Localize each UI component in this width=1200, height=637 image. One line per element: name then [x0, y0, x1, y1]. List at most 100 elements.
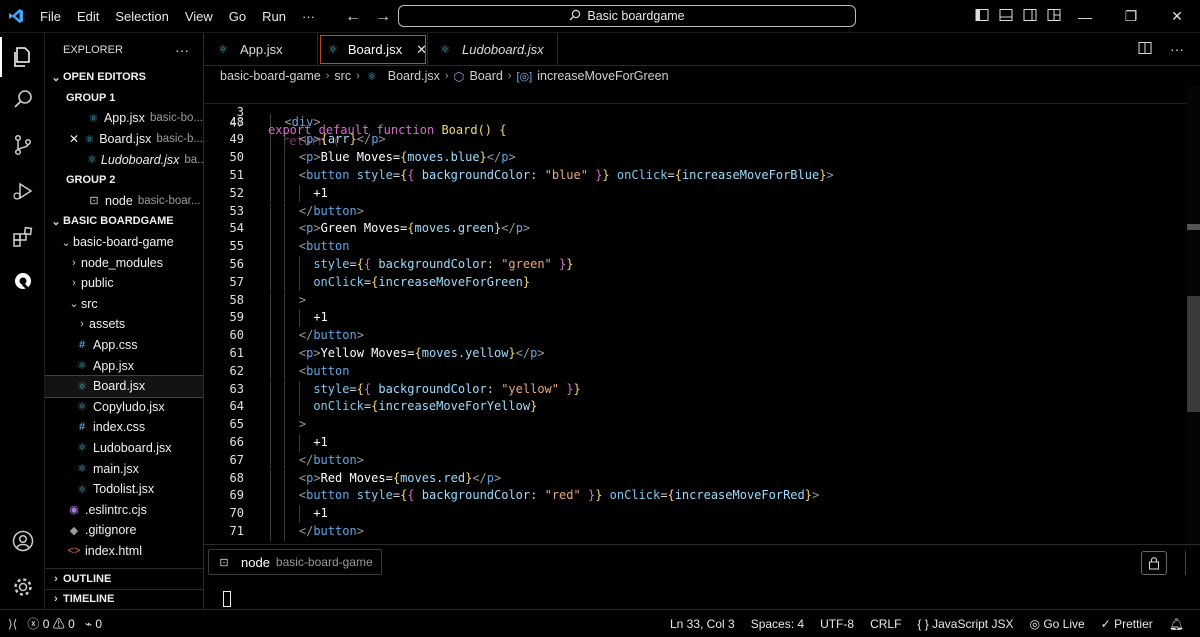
- open-editor-board-jsx[interactable]: ✕ ⚛ Board.jsx basic-b...: [45, 129, 203, 150]
- code-editor[interactable]: 3 export default function Board() { 47 r…: [204, 86, 1200, 544]
- open-editor-ludoboard-jsx[interactable]: ⚛ Ludoboard.jsx ba...: [45, 149, 203, 170]
- line-ending[interactable]: CRLF: [870, 617, 901, 631]
- tree-file-index-css[interactable]: # index.css: [45, 417, 203, 438]
- notifications-bell-icon[interactable]: 🔔︎: [1169, 617, 1184, 631]
- go-live-button[interactable]: ◎ Go Live: [1029, 617, 1084, 631]
- menu-go[interactable]: Go: [221, 0, 254, 33]
- problems-indicator[interactable]: ⓧ 0 ⚠ 0: [27, 615, 74, 632]
- tab-board-jsx[interactable]: ⚛ Board.jsx ✕: [318, 33, 428, 66]
- code-token: backgroundColor: [421, 167, 531, 182]
- group-2-header[interactable]: GROUP 2: [45, 170, 203, 191]
- command-center-search[interactable]: Basic boardgame: [398, 5, 856, 27]
- accounts-icon[interactable]: [0, 521, 45, 561]
- tab-ludoboard-jsx[interactable]: ⚛ Ludoboard.jsx: [428, 33, 558, 66]
- tree-folder-public[interactable]: › public: [45, 273, 203, 294]
- indent-guide: [270, 309, 271, 328]
- more-actions-icon[interactable]: ···: [1170, 41, 1184, 57]
- tree-file-app-jsx[interactable]: ⚛ App.jsx: [45, 355, 203, 376]
- code-token: {: [356, 381, 364, 396]
- close-tab-icon[interactable]: ✕: [416, 42, 427, 58]
- menu-run[interactable]: Run: [254, 0, 294, 33]
- keyword: default: [318, 122, 370, 137]
- tree-folder-assets[interactable]: › assets: [45, 314, 203, 335]
- back-arrow-icon[interactable]: ←: [345, 8, 361, 26]
- source-control-icon[interactable]: [0, 125, 45, 165]
- tree-folder-node-modules[interactable]: › node_modules: [45, 252, 203, 273]
- settings-gear-icon[interactable]: [0, 567, 45, 607]
- tree-file-index-html[interactable]: <> index.html: [45, 541, 203, 562]
- cursor-position[interactable]: Ln 33, Col 3: [670, 617, 735, 631]
- minimize-icon[interactable]: —: [1062, 9, 1108, 25]
- explorer-more-button[interactable]: ···: [175, 42, 189, 58]
- lock-icon[interactable]: [1141, 551, 1167, 575]
- split-editor-icon[interactable]: [1138, 41, 1152, 58]
- code-line: +1: [313, 434, 327, 452]
- language-mode[interactable]: { } JavaScript JSX: [917, 617, 1013, 631]
- code-line-row: 57 onClick={increaseMoveForGreen}: [204, 273, 1187, 292]
- code-line-row: 51 <button style={{ backgroundColor: "blu…: [204, 166, 1187, 185]
- tree-folder-src[interactable]: ⌄ src: [45, 294, 203, 315]
- tree-file-eslintrc[interactable]: ◉ .eslintrc.cjs: [45, 499, 203, 520]
- breadcrumb-folder[interactable]: src: [334, 69, 351, 83]
- react-file-icon: ⚛: [366, 70, 377, 83]
- tree-folder-basic-board-game[interactable]: ⌄ basic-board-game: [45, 232, 203, 253]
- toggle-panel-icon[interactable]: [999, 8, 1013, 25]
- close-window-icon[interactable]: ✕: [1154, 8, 1200, 25]
- menu-edit[interactable]: Edit: [69, 0, 107, 33]
- line-number: 66: [229, 434, 244, 449]
- menu-more[interactable]: ···: [294, 0, 323, 33]
- editor-scrollbar-thumb[interactable]: [1187, 296, 1200, 412]
- code-token: backgroundColor: [378, 256, 487, 271]
- line-number: 60: [229, 328, 244, 343]
- line-number: 69: [229, 488, 244, 503]
- indent-guide: [298, 505, 300, 523]
- prettier-status[interactable]: ✓ Prettier: [1101, 617, 1153, 631]
- open-editor-app-jsx[interactable]: ⚛ App.jsx basic-bo...: [45, 108, 203, 129]
- tree-file-copyludo-jsx[interactable]: ⚛ Copyludo.jsx: [45, 397, 203, 418]
- terminal-cursor[interactable]: [223, 591, 231, 607]
- indent-guide: [284, 255, 286, 274]
- tree-file-gitignore[interactable]: ◆ .gitignore: [45, 520, 203, 541]
- breadcrumb-file[interactable]: Board.jsx: [388, 69, 440, 83]
- tree-file-board-jsx[interactable]: ⚛ Board.jsx: [45, 374, 203, 398]
- run-debug-icon[interactable]: [0, 171, 45, 211]
- toggle-primary-sidebar-icon[interactable]: [975, 8, 989, 25]
- encoding[interactable]: UTF-8: [820, 617, 854, 631]
- terminal-tab-node[interactable]: ⊡ node basic-board-game: [208, 549, 382, 575]
- sticky-scroll-header[interactable]: 3 export default function Board() {: [204, 86, 1187, 137]
- indent-guide: [298, 433, 300, 452]
- menu-view[interactable]: View: [177, 0, 221, 33]
- code-line-row: 56 style={{ backgroundColor: "green" }}: [204, 255, 1187, 274]
- outline-section[interactable]: › OUTLINE: [45, 568, 203, 589]
- tree-file-ludoboard-jsx[interactable]: ⚛ Ludoboard.jsx: [45, 438, 203, 459]
- breadcrumb-symbol[interactable]: increaseMoveForGreen: [537, 69, 668, 83]
- forward-arrow-icon[interactable]: →: [375, 8, 391, 26]
- quokka-icon[interactable]: [0, 261, 45, 301]
- explorer-icon[interactable]: [0, 37, 45, 77]
- breadcrumb-folder[interactable]: basic-board-game: [220, 69, 321, 83]
- remote-icon[interactable]: ⟩⟨: [8, 617, 17, 631]
- restore-icon[interactable]: ❐: [1108, 8, 1154, 25]
- tree-file-app-css[interactable]: # App.css: [45, 335, 203, 356]
- line-number: 3: [236, 104, 244, 119]
- menu-file[interactable]: File: [32, 0, 69, 33]
- customize-layout-icon[interactable]: [1047, 8, 1061, 25]
- tree-file-todolist-jsx[interactable]: ⚛ Todolist.jsx: [45, 479, 203, 500]
- search-view-icon[interactable]: [0, 79, 45, 119]
- tab-app-jsx[interactable]: ⚛ App.jsx: [204, 33, 318, 66]
- breadcrumb-symbol[interactable]: Board: [469, 69, 502, 83]
- ports-indicator[interactable]: ⌁ 0: [85, 617, 102, 631]
- group-1-header[interactable]: GROUP 1: [45, 88, 203, 109]
- extensions-icon[interactable]: [0, 217, 45, 257]
- code-token: button: [313, 328, 357, 343]
- workspace-section[interactable]: ⌄ BASIC BOARDGAME: [45, 211, 203, 232]
- open-editors-section[interactable]: ⌄ OPEN EDITORS: [45, 67, 203, 88]
- timeline-section[interactable]: › TIMELINE: [45, 588, 203, 610]
- indentation[interactable]: Spaces: 4: [751, 617, 804, 631]
- chevron-right-icon: ›: [54, 572, 58, 585]
- tree-file-main-jsx[interactable]: ⚛ main.jsx: [45, 458, 203, 479]
- menu-selection[interactable]: Selection: [107, 0, 176, 33]
- close-editor-icon[interactable]: ✕: [69, 132, 84, 146]
- toggle-secondary-sidebar-icon[interactable]: [1023, 8, 1037, 25]
- open-editor-node-terminal[interactable]: ⊡ node basic-boar...: [45, 191, 203, 212]
